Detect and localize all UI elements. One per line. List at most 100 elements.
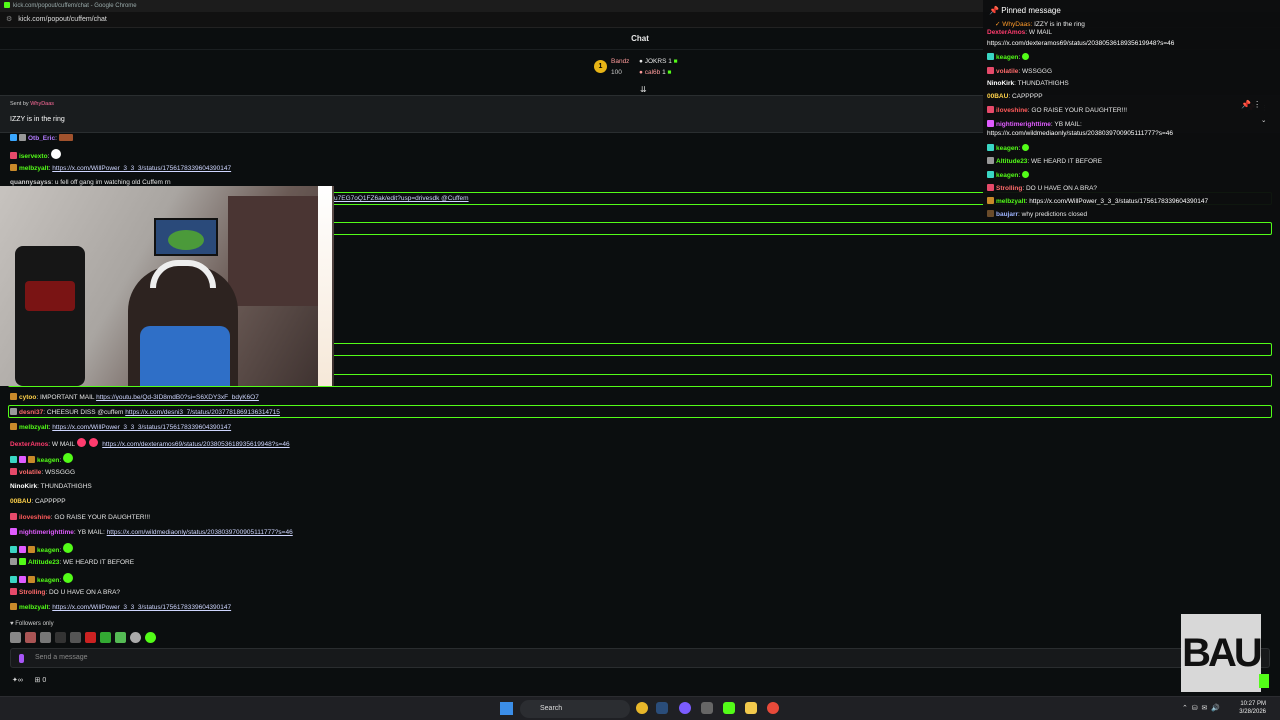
chat-message[interactable]: cytoo: IMPORTANT MAIL https://youtu.be/Q… <box>10 393 259 401</box>
emote-icon[interactable] <box>99 632 111 643</box>
emote-icon[interactable] <box>54 632 66 643</box>
side-message[interactable]: NinoKirk: THUNDATHIGHS <box>987 80 1069 87</box>
system-clock[interactable]: 10:27 PM 3/28/2026 <box>1239 700 1266 716</box>
emote-icon[interactable] <box>24 632 36 643</box>
chat-link[interactable]: https://x.com/WillPower_3_3_3/status/175… <box>52 165 231 172</box>
chat-username[interactable]: melbzyalt <box>19 165 49 172</box>
chat-message[interactable]: desni37: CHEESUR DISS @cuffem https://x.… <box>10 408 280 416</box>
chat-message[interactable]: nightimerighttime: YB MAIL: https://x.co… <box>10 528 293 536</box>
chat-message[interactable]: 00BAU: CAPPPPP <box>10 498 66 505</box>
side-message[interactable]: volatile: WSSGGG <box>987 67 1052 75</box>
chat-message[interactable]: DexterAmos: W MAIL https://x.com/dextera… <box>10 438 290 448</box>
kick-icon[interactable] <box>723 702 735 714</box>
gift-icon[interactable]: ⊞ <box>35 677 41 684</box>
side-message[interactable]: keagen: <box>987 171 1031 179</box>
chat-username[interactable]: 00BAU <box>10 498 31 505</box>
system-tray[interactable]: ⌃ ⛁ ✉ 🔊 <box>1182 704 1220 712</box>
side-message[interactable]: nightimerighttime: YB MAIL: <box>987 120 1082 128</box>
chevron-down-icon[interactable]: ⌄ <box>1261 116 1266 124</box>
chat-message[interactable]: Otb_Eric: <box>10 134 75 142</box>
side-message[interactable]: https://x.com/wildmediaonly/status/20380… <box>987 130 1173 137</box>
pin-icon[interactable]: 📌 ⋮ <box>1241 100 1261 109</box>
chat-username[interactable]: Altitude23 <box>28 559 59 566</box>
emote-icon <box>76 438 86 447</box>
side-message[interactable]: Altitude23: WE HEARD IT BEFORE <box>987 157 1102 165</box>
chat-username[interactable]: iservexto <box>19 153 48 160</box>
chat-link[interactable]: https://x.com/WillPower_3_3_3/status/175… <box>52 604 231 611</box>
chat-message[interactable]: iloveshine: GO RAISE YOUR DAUGHTER!!! <box>10 513 150 521</box>
chat-message[interactable]: keagen: <box>10 543 75 554</box>
chat-message[interactable]: volatile: WSSGGG <box>10 468 75 476</box>
chat-username[interactable]: cytoo <box>19 394 36 401</box>
pinned-sender[interactable]: WhyDaas <box>30 101 54 107</box>
scroll-down-icon[interactable]: ⇊ <box>640 85 647 94</box>
side-message[interactable]: iloveshine: GO RAISE YOUR DAUGHTER!!! <box>987 106 1127 114</box>
side-message[interactable]: https://x.com/dexteramos69/status/203805… <box>987 40 1174 47</box>
chat-message-partial: u7EG7oQ1FZ6ak/edit?usp=drivesdk @Cuffem <box>334 195 469 202</box>
chat-message[interactable]: NinoKirk: THUNDATHIGHS <box>10 483 92 490</box>
followers-only-label: ♥ Followers only <box>10 621 54 627</box>
chat-link[interactable]: https://x.com/desni3_7/status/2037781869… <box>125 409 280 416</box>
app-icon[interactable] <box>701 702 713 714</box>
side-message[interactable]: 00BAU: CAPPPPP <box>987 93 1043 100</box>
chat-link[interactable]: https://x.com/dexteramos69/status/203805… <box>102 441 289 448</box>
emote-icon[interactable] <box>10 632 21 643</box>
chrome-icon[interactable] <box>636 702 648 714</box>
emote-icon[interactable] <box>39 632 51 643</box>
chat-message[interactable]: Strolling: DO U HAVE ON A BRA? <box>10 588 120 596</box>
emote-icon[interactable] <box>144 632 156 643</box>
steam-icon[interactable] <box>656 702 668 714</box>
badge-icon <box>19 134 26 141</box>
chat-username[interactable]: NinoKirk <box>10 483 37 490</box>
mic-icon[interactable] <box>19 654 24 663</box>
emote-icon[interactable] <box>114 632 126 643</box>
emote-bar[interactable] <box>10 632 158 645</box>
emote-icon[interactable] <box>69 632 81 643</box>
chat-username[interactable]: quannysayss <box>10 179 51 186</box>
side-message[interactable]: melbzyalt: https://x.com/WillPower_3_3_3… <box>987 197 1208 205</box>
chat-username[interactable]: iloveshine <box>19 514 51 521</box>
chat-link[interactable]: https://x.com/wildmediaonly/status/20380… <box>107 529 293 536</box>
taskbar-search[interactable]: Search <box>520 700 630 718</box>
chat-message[interactable]: melbzyalt: https://x.com/WillPower_3_3_3… <box>10 603 231 611</box>
chat-message[interactable]: quannysayss: u fell off gang im watching… <box>10 179 171 186</box>
leader-1-name: Bandz <box>611 58 630 65</box>
side-message[interactable]: baujarr: why predictions closed <box>987 210 1087 218</box>
emote-icon <box>1022 144 1030 151</box>
folder-icon[interactable] <box>745 702 757 714</box>
side-message[interactable]: keagen: <box>987 53 1031 61</box>
chat-link[interactable]: u7EG7oQ1FZ6ak/edit?usp=drivesdk @Cuffem <box>334 195 469 202</box>
chat-message[interactable]: Altitude23: WE HEARD IT BEFORE <box>10 558 134 566</box>
chat-username[interactable]: desni37 <box>19 409 43 416</box>
emote-icon[interactable] <box>84 632 96 643</box>
chat-username[interactable]: Strolling <box>19 589 45 596</box>
chrome-active-icon[interactable] <box>767 702 779 714</box>
discord-icon[interactable] <box>679 702 691 714</box>
windows-taskbar: Search ⌃ ⛁ ✉ 🔊 10:27 PM 3/28/2026 <box>0 696 1280 720</box>
chat-username[interactable]: volatile <box>19 469 41 476</box>
url-text[interactable]: kick.com/popout/cuffem/chat <box>18 16 107 23</box>
chat-username[interactable]: melbzyalt <box>19 604 49 611</box>
side-message[interactable]: Strolling: DO U HAVE ON A BRA? <box>987 184 1097 192</box>
chat-message[interactable]: keagen: <box>10 573 75 584</box>
chat-username[interactable]: keagen <box>37 547 59 554</box>
chat-username[interactable]: nightimerighttime <box>19 529 74 536</box>
chat-link[interactable]: https://x.com/WillPower_3_3_3/status/175… <box>52 424 231 431</box>
site-settings-icon[interactable]: ⚙ <box>6 16 12 23</box>
side-message[interactable]: keagen: <box>987 144 1031 152</box>
chat-link[interactable]: https://youtu.be/Qd-3ID8mdB0?si=S6XDY3xF… <box>96 394 259 401</box>
message-input[interactable]: Send a message <box>10 648 1270 668</box>
chat-username[interactable]: DexterAmos <box>10 441 48 448</box>
emote-icon[interactable] <box>129 632 141 643</box>
chat-message[interactable]: melbzyalt: https://x.com/WillPower_3_3_3… <box>10 164 231 172</box>
chat-username[interactable]: melbzyalt <box>19 424 49 431</box>
chat-message[interactable]: iservexto: <box>10 149 63 160</box>
side-message[interactable]: DexterAmos: W MAIL <box>987 29 1052 36</box>
chat-message[interactable]: melbzyalt: https://x.com/WillPower_3_3_3… <box>10 423 231 431</box>
chat-message[interactable]: keagen: <box>10 453 75 464</box>
chat-username[interactable]: keagen <box>37 577 59 584</box>
points-icon[interactable]: ✦∞ <box>12 677 23 684</box>
windows-start-icon[interactable] <box>500 702 513 715</box>
chat-username[interactable]: Otb_Eric <box>28 135 55 142</box>
chat-username[interactable]: keagen <box>37 457 59 464</box>
